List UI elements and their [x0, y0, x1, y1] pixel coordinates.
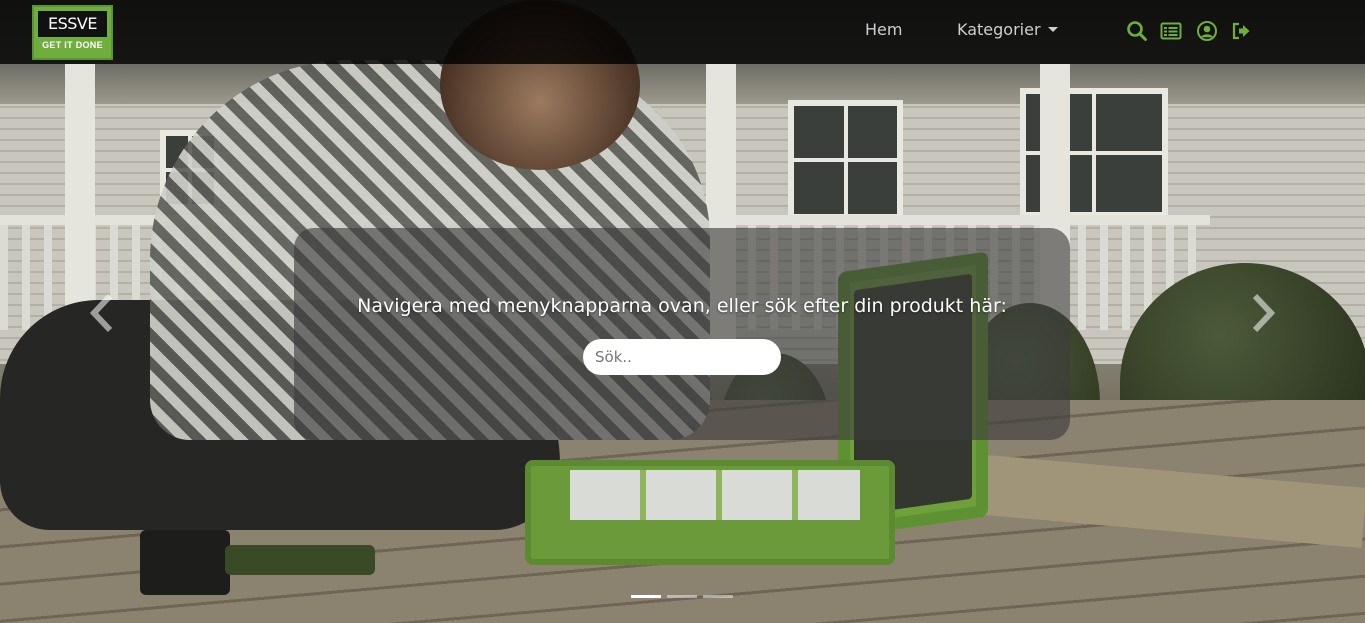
- logo[interactable]: ESSVE GET IT DONE: [32, 5, 113, 60]
- carousel-prev-chevron-icon[interactable]: [82, 290, 122, 336]
- carousel-indicator[interactable]: [703, 595, 733, 598]
- nav-categories-dropdown[interactable]: Kategorier: [957, 20, 1058, 39]
- tool-case-tray: [570, 470, 860, 520]
- search-prompt: Navigera med menyknapparna ovan, eller s…: [357, 295, 1007, 317]
- drill-body: [140, 530, 230, 595]
- carousel-indicators: [631, 595, 741, 599]
- logout-icon[interactable]: [1230, 20, 1252, 42]
- drill-barrel: [225, 545, 375, 575]
- carousel-indicator[interactable]: [667, 595, 697, 598]
- nav-home-link[interactable]: Hem: [865, 20, 902, 39]
- nav-categories-label: Kategorier: [957, 20, 1041, 39]
- search-input[interactable]: [583, 339, 781, 375]
- navbar: ESSVE GET IT DONE Hem Kategorier: [0, 0, 1365, 64]
- carousel-next-chevron-icon[interactable]: [1243, 290, 1283, 336]
- house-window: [788, 100, 903, 220]
- search-overlay: Navigera med menyknapparna ovan, eller s…: [294, 228, 1070, 440]
- search-icon[interactable]: [1126, 20, 1148, 42]
- logo-tagline: GET IT DONE: [42, 40, 103, 50]
- logo-wordmark: ESSVE: [38, 11, 107, 37]
- list-icon[interactable]: [1160, 20, 1182, 42]
- user-icon[interactable]: [1196, 20, 1218, 42]
- carousel-indicator[interactable]: [631, 595, 661, 598]
- caret-down-icon: [1047, 27, 1058, 32]
